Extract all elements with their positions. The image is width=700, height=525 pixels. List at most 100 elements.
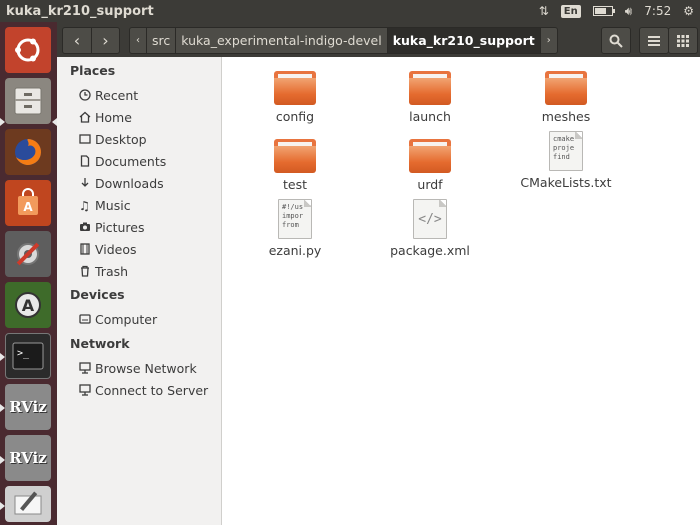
file-name: package.xml: [390, 243, 470, 258]
document-icon: [77, 154, 92, 169]
folder-icon: [545, 71, 587, 105]
folder-icon: [77, 132, 92, 147]
sidebar-item-videos[interactable]: Videos: [77, 239, 137, 259]
music-note-icon: ♫: [78, 197, 91, 213]
sidebar-item-label: Recent: [95, 87, 139, 103]
file-item-config[interactable]: config: [235, 71, 355, 124]
launcher-files[interactable]: [5, 78, 51, 124]
sidebar-item-computer[interactable]: Computer: [77, 309, 157, 329]
camera-icon: [77, 220, 92, 235]
sidebar-item-pictures[interactable]: Pictures: [77, 217, 145, 237]
sound-indicator[interactable]: 🔊︎: [619, 0, 639, 22]
launcher-system-settings[interactable]: [5, 231, 51, 277]
network-transfer-indicator[interactable]: ⇅: [533, 0, 555, 22]
server-icon: [77, 383, 92, 398]
launcher-rviz-2[interactable]: RViz: [5, 435, 51, 481]
sidebar-section-devices: Devices: [70, 287, 125, 302]
drive-icon: [77, 312, 92, 327]
session-indicator[interactable]: ⚙: [677, 0, 700, 22]
view-grid-button[interactable]: [668, 27, 698, 54]
sidebar-item-downloads[interactable]: Downloads: [77, 173, 164, 193]
chevron-left-icon: ‹: [73, 31, 81, 50]
sidebar-item-label: Pictures: [95, 219, 145, 235]
breadcrumb-scroll-left[interactable]: ‹: [130, 28, 146, 53]
folder-icon: [409, 71, 451, 105]
download-icon: [77, 176, 92, 191]
clock-time: 7:52: [644, 4, 672, 18]
sidebar-item-label: Connect to Server: [95, 382, 209, 398]
sidebar-item-home[interactable]: Home: [77, 107, 132, 127]
file-name: urdf: [417, 177, 443, 192]
network-icon: [77, 361, 92, 376]
sidebar-item-label: Desktop: [95, 131, 147, 147]
language-badge: En: [560, 4, 581, 18]
file-item-test[interactable]: test: [235, 139, 355, 192]
sidebar-item-label: Trash: [95, 263, 129, 279]
xml-file-icon: </>: [413, 199, 447, 239]
chevron-right-icon: ›: [102, 31, 109, 50]
breadcrumb-scroll-right[interactable]: ›: [539, 28, 557, 53]
breadcrumb-item-kuka-experimental[interactable]: kuka_experimental-indigo-devel: [175, 28, 386, 53]
breadcrumb: ‹ src kuka_experimental-indigo-devel kuk…: [129, 27, 558, 54]
sidebar-item-desktop[interactable]: Desktop: [77, 129, 147, 149]
sidebar-item-trash[interactable]: Trash: [77, 261, 128, 281]
sidebar-item-connect-to-server[interactable]: Connect to Server: [77, 380, 208, 400]
launcher-firefox[interactable]: [5, 129, 51, 175]
power-gear-icon: ⚙: [683, 4, 694, 18]
file-item-cmakelists[interactable]: cmake proje find CMakeLists.txt: [506, 131, 626, 190]
file-item-package-xml[interactable]: </> package.xml: [370, 199, 490, 258]
places-sidebar: Places Recent Home Desktop Documents Dow…: [57, 57, 222, 525]
home-icon: [77, 110, 92, 125]
breadcrumb-item-src[interactable]: src: [146, 28, 175, 53]
sidebar-item-browse-network[interactable]: Browse Network: [77, 358, 197, 378]
forward-button[interactable]: ›: [91, 28, 119, 53]
battery-icon: [592, 6, 615, 16]
sidebar-item-documents[interactable]: Documents: [77, 151, 166, 171]
sidebar-section-places: Places: [70, 63, 116, 78]
file-item-launch[interactable]: launch: [370, 71, 490, 124]
sidebar-section-network: Network: [70, 336, 130, 351]
launcher-dash-home[interactable]: [5, 27, 51, 73]
rviz-icon: RViz: [9, 449, 47, 467]
battery-indicator[interactable]: [587, 0, 619, 22]
launcher-rviz-1[interactable]: RViz: [5, 384, 51, 430]
text-file-icon: cmake proje find: [549, 131, 583, 171]
svg-text:A: A: [23, 200, 33, 214]
search-button[interactable]: [601, 27, 631, 54]
svg-text:>_: >_: [17, 348, 30, 359]
launcher-software-center[interactable]: A: [5, 180, 51, 226]
view-list-button[interactable]: [639, 27, 669, 54]
window-title: kuka_kr210_support: [6, 3, 154, 19]
keyboard-layout-indicator[interactable]: En: [555, 0, 587, 22]
file-cabinet-icon: [14, 87, 42, 115]
firefox-icon: [15, 139, 41, 165]
breadcrumb-item-current[interactable]: kuka_kr210_support: [386, 28, 540, 53]
file-item-ezani-py[interactable]: #!/us impor from ezani.py: [235, 199, 355, 258]
launcher-terminal[interactable]: >_: [5, 333, 51, 379]
svg-text:A: A: [22, 296, 35, 315]
file-name: CMakeLists.txt: [520, 175, 612, 190]
updown-arrows-icon: ⇅: [538, 4, 549, 18]
file-item-meshes[interactable]: meshes: [506, 71, 626, 124]
launcher: A A >_ RViz RViz: [0, 22, 57, 525]
sidebar-item-recent[interactable]: Recent: [77, 85, 138, 105]
wrench-gear-icon: [16, 242, 40, 266]
python-file-icon: #!/us impor from: [278, 199, 312, 239]
sidebar-item-music[interactable]: ♫ Music: [77, 195, 131, 215]
launcher-update-manager[interactable]: A: [5, 282, 51, 328]
launcher-text-editor[interactable]: [5, 486, 51, 522]
code-brackets-icon: </>: [418, 211, 442, 227]
back-button[interactable]: ‹: [63, 28, 91, 53]
clock-indicator[interactable]: 7:52: [638, 0, 677, 22]
arrow-right-icon: ›: [546, 35, 551, 46]
folder-icon: [274, 71, 316, 105]
file-name: launch: [409, 109, 451, 124]
grid-view-icon: [677, 34, 689, 47]
file-name: config: [275, 109, 315, 124]
file-view: config launch meshes test urdf cmake pro…: [223, 57, 700, 525]
sidebar-item-label: Music: [95, 197, 131, 213]
file-name: test: [282, 177, 307, 192]
update-icon: A: [15, 292, 41, 318]
pencil-icon: [14, 491, 42, 515]
file-item-urdf[interactable]: urdf: [370, 139, 490, 192]
